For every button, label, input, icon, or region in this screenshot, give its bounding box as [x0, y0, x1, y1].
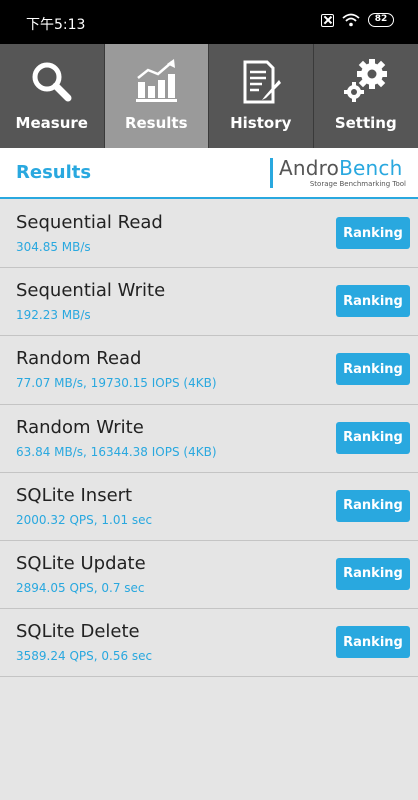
- result-row-sequential-write: Sequential Write 192.23 MB/s Ranking: [0, 268, 418, 337]
- result-row-sequential-read: Sequential Read 304.85 MB/s Ranking: [0, 200, 418, 269]
- logo-text: AndroBench: [279, 156, 402, 180]
- tab-setting[interactable]: Setting: [313, 44, 418, 148]
- ranking-button[interactable]: Ranking: [336, 353, 410, 386]
- result-name: Random Read: [16, 348, 142, 370]
- tab-label: Measure: [15, 114, 88, 132]
- no-sim-icon: [321, 13, 334, 27]
- result-value: 192.23 MB/s: [16, 308, 91, 323]
- tab-label: Setting: [334, 114, 397, 132]
- ranking-button[interactable]: Ranking: [336, 217, 410, 249]
- ranking-button[interactable]: Ranking: [336, 489, 410, 522]
- tab-measure[interactable]: Measure: [0, 44, 105, 148]
- status-bar: 下午5:13 82: [0, 0, 418, 44]
- logo-text-bench: Bench: [339, 156, 403, 180]
- result-value: 2894.05 QPS, 0.7 sec: [16, 580, 145, 595]
- result-value: 3589.24 QPS, 0.56 sec: [16, 649, 153, 664]
- ranking-button[interactable]: Ranking: [336, 285, 410, 318]
- gear-icon: [343, 59, 387, 102]
- result-name: Sequential Write: [16, 280, 166, 302]
- result-value: 77.07 MB/s, 19730.15 IOPS (4KB): [16, 376, 217, 391]
- result-row-sqlite-insert: SQLite Insert 2000.32 QPS, 1.01 sec Rank…: [0, 472, 418, 541]
- result-row-sqlite-delete: SQLite Delete 3589.24 QPS, 0.56 sec Rank…: [0, 609, 418, 678]
- logo-bar: [270, 158, 273, 188]
- result-name: SQLite Insert: [16, 484, 133, 506]
- result-value: 63.84 MB/s, 16344.38 IOPS (4KB): [16, 444, 217, 459]
- ranking-button[interactable]: Ranking: [336, 626, 410, 659]
- result-name: SQLite Delete: [16, 621, 140, 643]
- battery-indicator: 82: [368, 13, 394, 27]
- results-list: Sequential Read 304.85 MB/s Ranking Sequ…: [0, 200, 418, 678]
- wifi-icon: [342, 13, 360, 27]
- ranking-button[interactable]: Ranking: [336, 557, 410, 590]
- result-name: Sequential Read: [16, 212, 163, 233]
- results-header: Results AndroBench Storage Benchmarking …: [0, 148, 418, 199]
- androbench-logo: AndroBench Storage Benchmarking Tool: [270, 156, 406, 194]
- result-name: SQLite Update: [16, 552, 146, 574]
- logo-text-andro: Andro: [279, 156, 340, 180]
- status-time: 下午5:13: [26, 17, 86, 33]
- status-icons: 82: [321, 13, 394, 27]
- result-name: Random Write: [16, 416, 144, 438]
- tab-label: Results: [124, 114, 188, 132]
- result-value: 2000.32 QPS, 1.01 sec: [16, 512, 153, 527]
- result-row-random-read: Random Read 77.07 MB/s, 19730.15 IOPS (4…: [0, 336, 418, 405]
- main-tab-bar: Measure Results History Setting: [0, 44, 418, 148]
- tab-history[interactable]: History: [209, 44, 314, 148]
- logo-subtitle: Storage Benchmarking Tool: [309, 180, 406, 188]
- result-row-sqlite-update: SQLite Update 2894.05 QPS, 0.7 sec Ranki…: [0, 540, 418, 610]
- tab-results[interactable]: Results: [104, 44, 209, 148]
- result-row-random-write: Random Write 63.84 MB/s, 16344.38 IOPS (…: [0, 404, 418, 473]
- tab-label: History: [230, 114, 292, 132]
- page-title: Results: [16, 162, 92, 183]
- result-value: 304.85 MB/s: [16, 240, 91, 254]
- ranking-button[interactable]: Ranking: [336, 421, 410, 454]
- search-icon: [32, 62, 72, 102]
- bar-chart-icon: [136, 59, 178, 102]
- document-pen-icon: [243, 60, 281, 104]
